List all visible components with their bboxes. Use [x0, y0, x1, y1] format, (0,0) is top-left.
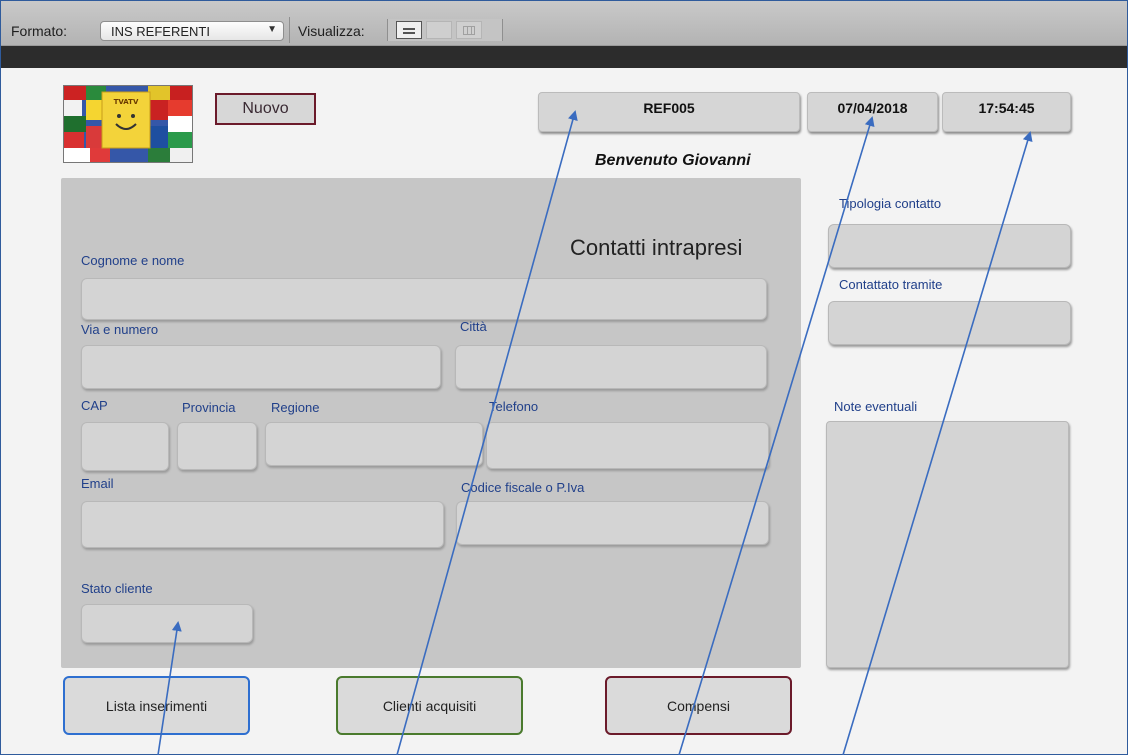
cap-field[interactable] — [81, 422, 169, 471]
formato-label: Formato: — [11, 23, 68, 39]
stato-cliente-label: Stato cliente — [81, 581, 153, 596]
lista-inserimenti-button[interactable]: Lista inserimenti — [63, 676, 250, 735]
ref-code-field: REF005 — [538, 92, 800, 132]
welcome-text: Benvenuto Giovanni — [595, 152, 751, 169]
telefono-label: Telefono — [489, 399, 539, 414]
clienti-acquisiti-button[interactable]: Clienti acquisiti — [336, 676, 523, 735]
regione-label: Regione — [271, 400, 320, 415]
email-field[interactable] — [81, 501, 444, 548]
citta-label: Città — [460, 319, 487, 334]
cognome-nome-field[interactable] — [81, 278, 767, 320]
formato-value: INS REFERENTI — [111, 24, 210, 39]
date-field: 07/04/2018 — [807, 92, 938, 132]
note-eventuali-field[interactable] — [826, 421, 1069, 668]
provincia-field[interactable] — [177, 422, 257, 470]
toolbar-divider — [289, 17, 290, 43]
via-numero-label: Via e numero — [81, 322, 159, 337]
telefono-field[interactable] — [486, 422, 769, 469]
provincia-label: Provincia — [182, 400, 236, 415]
list-view-icon[interactable] — [426, 21, 452, 39]
status-bar — [1, 46, 1127, 68]
form-title: Contatti intrapresi — [570, 235, 743, 260]
cap-label: CAP — [81, 398, 108, 413]
tipologia-contatto-field[interactable] — [828, 224, 1071, 268]
toolbar: Formato: INS REFERENTI ▼ Visualizza: — [1, 1, 1127, 46]
nuovo-button[interactable]: Nuovo — [215, 93, 316, 125]
regione-field[interactable] — [265, 422, 483, 466]
form-view-icon[interactable] — [396, 21, 422, 39]
codice-fiscale-field[interactable] — [456, 501, 769, 545]
cognome-nome-label: Cognome e nome — [81, 253, 185, 268]
codice-fiscale-label: Codice fiscale o P.Iva — [461, 480, 585, 495]
contattato-tramite-field[interactable] — [828, 301, 1071, 345]
view-mode-group — [387, 19, 503, 41]
app-window: Formato: INS REFERENTI ▼ Visualizza: TVA… — [0, 0, 1128, 755]
flags-logo: TVATV — [63, 85, 193, 163]
email-label: Email — [81, 476, 114, 491]
visualizza-label: Visualizza: — [298, 23, 365, 39]
citta-field[interactable] — [455, 345, 767, 389]
formato-select[interactable]: INS REFERENTI ▼ — [100, 21, 284, 41]
via-numero-field[interactable] — [81, 345, 441, 389]
svg-text:TVATV: TVATV — [114, 98, 139, 106]
stato-cliente-field[interactable] — [81, 604, 253, 643]
chevron-down-icon: ▼ — [267, 24, 277, 35]
compensi-button[interactable]: Compensi — [605, 676, 792, 735]
contattato-tramite-label: Contattato tramite — [839, 277, 943, 292]
table-view-icon[interactable] — [456, 21, 482, 39]
tipologia-contatto-label: Tipologia contatto — [839, 196, 942, 211]
note-eventuali-label: Note eventuali — [834, 399, 918, 414]
time-field: 17:54:45 — [942, 92, 1071, 132]
